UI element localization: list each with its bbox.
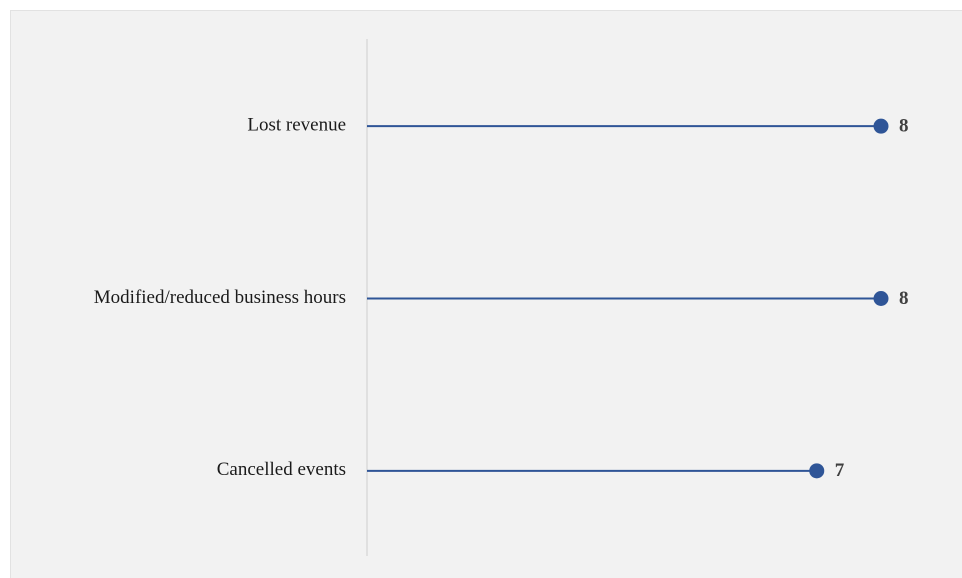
lollipop-chart: Lost revenue 8 Modified/reduced business h… [94,39,909,556]
chart-marks: Lost revenue 8 Modified/reduced business h… [94,115,909,482]
value-label: 7 [835,460,845,481]
lollipop-dot [873,118,889,134]
category-label: Modified/reduced business hours [94,287,346,308]
lollipop-dot [873,291,889,306]
category-label: Lost revenue [247,115,346,136]
category-label: Cancelled events [217,459,346,480]
value-label: 8 [899,116,909,137]
value-label: 8 [899,288,909,309]
lollipop-dot [809,463,825,479]
